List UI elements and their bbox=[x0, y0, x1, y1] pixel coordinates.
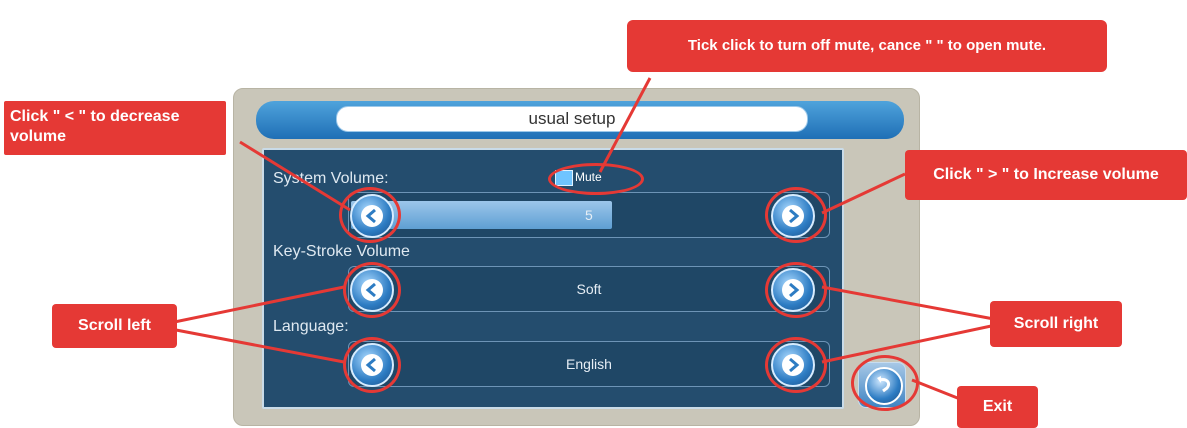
language-label: Language: bbox=[273, 318, 349, 335]
callout-decrease-volume: Click " < " to decrease volume bbox=[4, 101, 226, 155]
highlight-ring bbox=[851, 355, 919, 411]
callout-increase-volume: Click " > " to Increase volume bbox=[905, 150, 1187, 200]
callout-exit: Exit bbox=[957, 386, 1038, 428]
language-value: English bbox=[566, 356, 612, 372]
callout-mute: Tick click to turn off mute, cance " " t… bbox=[627, 20, 1107, 72]
highlight-ring bbox=[339, 187, 401, 243]
key-stroke-volume-label: Key-Stroke Volume bbox=[273, 243, 410, 260]
key-stroke-volume-selector[interactable]: Soft bbox=[348, 266, 830, 312]
highlight-ring bbox=[548, 163, 644, 195]
language-selector[interactable]: English bbox=[348, 341, 830, 387]
window-title: usual setup bbox=[336, 106, 808, 132]
key-stroke-volume-value: Soft bbox=[576, 281, 602, 297]
system-volume-value: 5 bbox=[585, 207, 593, 223]
callout-scroll-left: Scroll left bbox=[52, 304, 177, 348]
highlight-ring bbox=[343, 337, 401, 393]
callout-scroll-right: Scroll right bbox=[990, 301, 1122, 347]
highlight-ring bbox=[765, 262, 827, 318]
system-volume-slider[interactable]: 5 bbox=[348, 192, 830, 238]
highlight-ring bbox=[343, 262, 401, 318]
highlight-ring bbox=[765, 187, 827, 243]
system-volume-label: System Volume: bbox=[273, 170, 389, 187]
highlight-ring bbox=[765, 337, 827, 393]
